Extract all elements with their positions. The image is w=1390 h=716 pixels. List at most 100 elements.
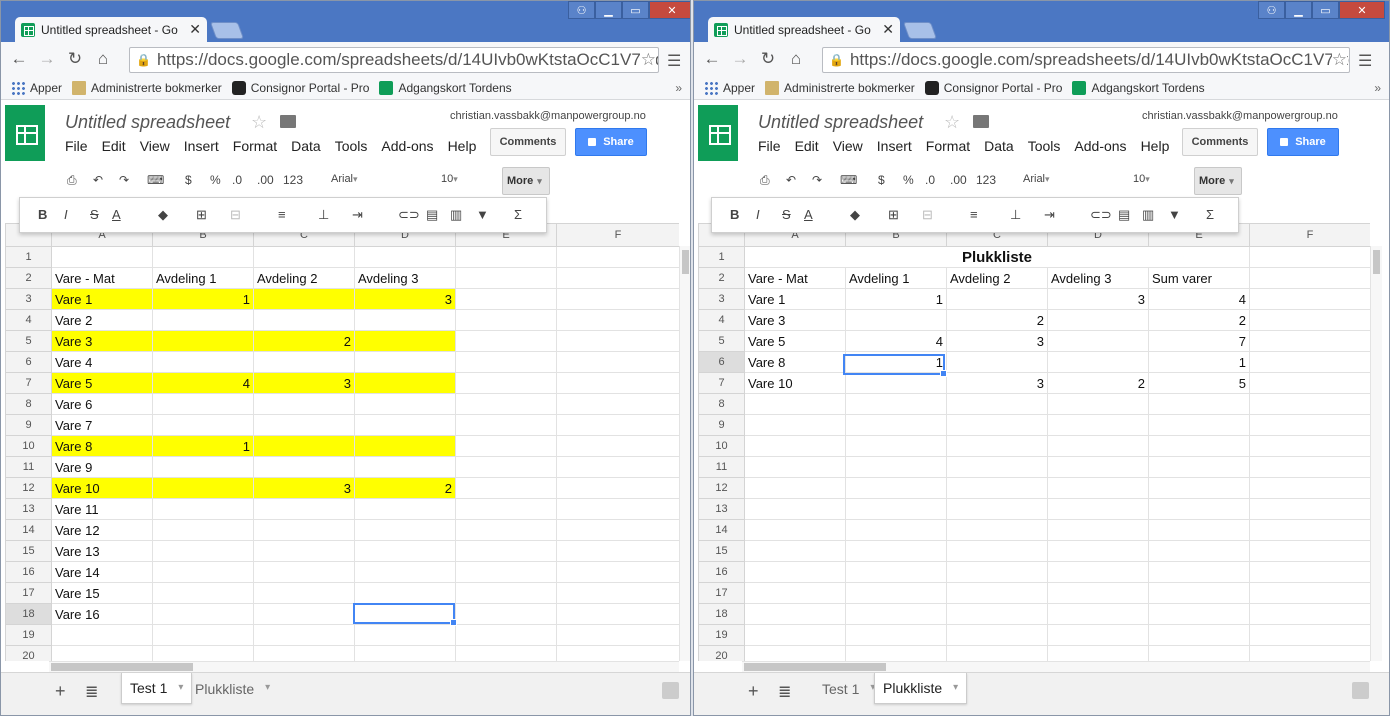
cell[interactable] [1249, 645, 1370, 661]
cell[interactable]: Vare 6 [51, 393, 153, 415]
cell[interactable] [744, 519, 846, 541]
comment-icon[interactable]: ▤ [426, 207, 438, 223]
filter-icon[interactable]: ▼ [476, 207, 489, 222]
scroll-thumb[interactable] [1373, 250, 1380, 274]
row-header[interactable]: 10 [698, 435, 745, 457]
borders-icon[interactable]: ⊞ [196, 207, 207, 223]
cell[interactable] [253, 456, 355, 478]
functions-icon[interactable]: Σ [514, 207, 522, 222]
bold-icon[interactable]: B [38, 207, 47, 222]
cell[interactable]: Vare 2 [51, 309, 153, 331]
doc-title[interactable]: Untitled spreadsheet [65, 112, 230, 133]
horizontal-scrollbar[interactable] [49, 661, 679, 672]
text-color-icon[interactable]: A [804, 207, 813, 222]
cell[interactable] [253, 624, 355, 646]
cell[interactable]: Vare 4 [51, 351, 153, 373]
valign-icon[interactable]: ⊥ [1010, 207, 1021, 223]
cell[interactable] [152, 498, 254, 520]
cell[interactable]: 1 [845, 351, 947, 373]
menu-tools[interactable]: Tools [335, 138, 368, 154]
cell[interactable] [946, 519, 1048, 541]
strikethrough-icon[interactable]: S [782, 207, 791, 222]
cell[interactable]: 4 [152, 372, 254, 394]
cell[interactable] [253, 561, 355, 583]
more-button[interactable]: More [1194, 167, 1242, 195]
row-header[interactable]: 8 [698, 393, 745, 415]
fill-color-icon[interactable]: ◆ [158, 207, 168, 223]
cell[interactable] [152, 393, 254, 415]
sheet-title-cell[interactable]: Plukkliste [744, 246, 1250, 268]
percent-button[interactable]: % [903, 173, 914, 187]
cell[interactable]: 1 [152, 288, 254, 310]
cell[interactable]: Vare 16 [51, 603, 153, 625]
row-header[interactable]: 19 [5, 624, 52, 646]
cell[interactable] [152, 645, 254, 661]
cell[interactable] [1249, 477, 1370, 499]
valign-icon[interactable]: ⊥ [318, 207, 329, 223]
cell[interactable]: Avdeling 1 [845, 267, 947, 289]
row-header[interactable]: 9 [698, 414, 745, 436]
cell[interactable] [455, 456, 557, 478]
cell[interactable] [1148, 456, 1250, 478]
cell[interactable] [1148, 498, 1250, 520]
cell[interactable] [744, 414, 846, 436]
share-button[interactable]: Share [1267, 128, 1339, 156]
cell[interactable] [354, 351, 456, 373]
paint-format-icon[interactable]: ⌨ [147, 173, 164, 187]
scroll-thumb[interactable] [51, 663, 193, 671]
number-format-button[interactable]: 123 [283, 173, 303, 187]
cell[interactable] [354, 435, 456, 457]
cell[interactable] [152, 477, 254, 499]
cell[interactable] [152, 309, 254, 331]
bookmark-adgangskort[interactable]: Adgangskort Tordens [1072, 80, 1205, 95]
cell[interactable] [152, 519, 254, 541]
cell[interactable]: Avdeling 2 [253, 267, 355, 289]
menu-data[interactable]: Data [984, 138, 1014, 154]
doc-title[interactable]: Untitled spreadsheet [758, 112, 923, 133]
cell[interactable] [1148, 540, 1250, 562]
browser-tab[interactable]: Untitled spreadsheet - Go ✕ [15, 17, 207, 42]
menu-insert[interactable]: Insert [184, 138, 219, 154]
cell[interactable] [253, 435, 355, 457]
redo-icon[interactable]: ↷ [812, 173, 822, 187]
url-field[interactable]: 🔒 https://docs.google.com/spreadsheets/d… [822, 47, 1350, 73]
cell[interactable] [455, 561, 557, 583]
cell[interactable] [556, 477, 679, 499]
cell[interactable]: Avdeling 2 [946, 267, 1048, 289]
merge-cells-icon[interactable]: ⊟ [922, 207, 933, 223]
scroll-thumb[interactable] [682, 250, 689, 274]
filter-icon[interactable]: ▼ [1168, 207, 1181, 222]
bookmarks-overflow-icon[interactable]: » [1374, 81, 1381, 95]
bookmark-managed[interactable]: Administrerte bokmerker [765, 80, 915, 95]
cell[interactable]: Vare - Mat [744, 267, 846, 289]
cell[interactable] [1249, 624, 1370, 646]
row-header[interactable]: 13 [5, 498, 52, 520]
menu-view[interactable]: View [833, 138, 863, 154]
cell[interactable] [1047, 498, 1149, 520]
wrap-text-icon[interactable]: ⇥ [1044, 207, 1055, 223]
row-header[interactable]: 8 [5, 393, 52, 415]
cell[interactable] [354, 582, 456, 604]
cell[interactable] [946, 288, 1048, 310]
sheets-logo-icon[interactable] [5, 105, 45, 161]
cell[interactable] [556, 393, 679, 415]
cell[interactable] [152, 582, 254, 604]
row-header[interactable]: 16 [5, 561, 52, 583]
cell[interactable] [946, 477, 1048, 499]
cell[interactable]: Vare 8 [744, 351, 846, 373]
cell[interactable]: 4 [1148, 288, 1250, 310]
cell[interactable] [946, 351, 1048, 373]
menu-file[interactable]: File [758, 138, 781, 154]
menu-format[interactable]: Format [233, 138, 277, 154]
cell[interactable]: Vare 8 [51, 435, 153, 457]
sheet-tab-test1[interactable]: Test 1 [814, 673, 883, 704]
cell[interactable] [1047, 540, 1149, 562]
cell[interactable] [253, 393, 355, 415]
cell[interactable] [1047, 477, 1149, 499]
menu-format[interactable]: Format [926, 138, 970, 154]
cell[interactable]: Avdeling 1 [152, 267, 254, 289]
cell[interactable] [556, 372, 679, 394]
cell[interactable] [1047, 561, 1149, 583]
increase-decimals-button[interactable]: .00 [950, 173, 967, 187]
cell[interactable] [556, 519, 679, 541]
